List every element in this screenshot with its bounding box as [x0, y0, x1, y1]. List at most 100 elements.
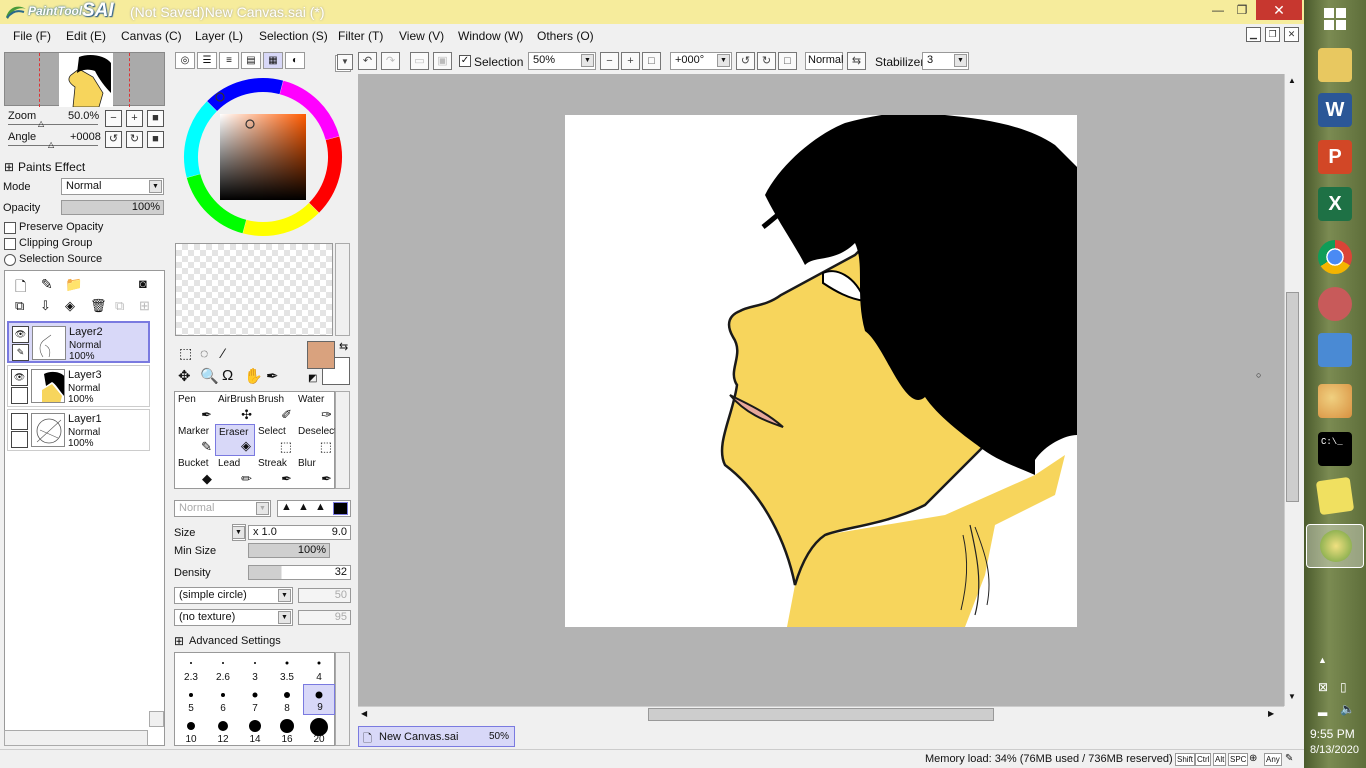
new-linework-layer-icon[interactable]: ✎	[41, 276, 53, 293]
preserve-opacity-checkbox[interactable]	[4, 222, 16, 234]
swap-colors-icon[interactable]: ⇆	[339, 340, 348, 353]
color-list-tab-icon[interactable]: ▤	[241, 52, 261, 69]
brush-size-3[interactable]: 3	[239, 653, 271, 684]
size-slider[interactable]: x 1.0 9.0	[248, 525, 351, 540]
paint-brush-slot[interactable]	[11, 387, 28, 404]
edge-soft-icon[interactable]: ▲	[281, 501, 292, 513]
menu-canvas[interactable]: Canvas (C)	[121, 29, 182, 43]
lasso-select-icon[interactable]: ◌	[200, 345, 208, 361]
sticky-notes-icon[interactable]	[1315, 476, 1355, 516]
stabilizer-select[interactable]: 3 ▼	[922, 52, 969, 70]
scroll-down-icon[interactable]: ▼	[1288, 692, 1296, 701]
brush-texture-select[interactable]: (no texture) ▼	[174, 609, 293, 626]
rect-select-icon[interactable]: ⬚	[179, 345, 192, 362]
powerpoint-icon[interactable]: P	[1318, 140, 1352, 174]
edge-medium-icon[interactable]: ▲	[298, 501, 309, 513]
canvas-vertical-scrollbar[interactable]: ▲ ▼	[1284, 74, 1300, 706]
wifi-icon[interactable]: ▂	[1318, 702, 1327, 716]
hsv-slider-tab-icon[interactable]: ≡	[219, 52, 239, 69]
brush-size-2-6[interactable]: 2.6	[207, 653, 239, 684]
color-wheel[interactable]	[179, 73, 347, 241]
tool-grid-scrollbar[interactable]	[335, 391, 350, 489]
on-screen-keyboard-icon[interactable]	[1318, 333, 1352, 367]
navigator-preview[interactable]	[4, 52, 165, 108]
tool-airbrush[interactable]: AirBrush ✣	[215, 392, 256, 424]
copy-layer-icon[interactable]: ⧉	[15, 298, 24, 314]
tool-streak[interactable]: Streak ✒	[255, 456, 295, 488]
drawing-canvas[interactable]	[565, 115, 1077, 627]
move-tool-icon[interactable]: ✥	[178, 367, 191, 385]
brush-size-8[interactable]: 8	[271, 684, 303, 715]
menu-selection[interactable]: Selection (S)	[259, 29, 328, 43]
layer-row-layer2[interactable]: 👁 ✎ Layer2 Normal 100%	[7, 321, 150, 363]
color-wheel-tab-icon[interactable]: ◎	[175, 52, 195, 69]
swatches-tab-icon[interactable]: ▦	[263, 52, 283, 69]
layer-opacity-slider[interactable]: 100%	[61, 200, 164, 215]
scroll-up-icon[interactable]: ▲	[1288, 76, 1296, 85]
brush-size-7[interactable]: 7	[239, 684, 271, 715]
rotate-reset-icon[interactable]: ■	[147, 131, 164, 148]
eyedropper-icon[interactable]: ✒	[266, 367, 279, 385]
undo-icon[interactable]: ↶	[358, 52, 377, 70]
menu-filter[interactable]: Filter (T)	[338, 29, 383, 43]
tool-lead[interactable]: Lead ✏	[215, 456, 255, 488]
selection-checkbox[interactable]: ✓	[459, 55, 471, 67]
canvas-horizontal-scrollbar[interactable]: ◀ ▶	[358, 706, 1284, 722]
vertical-scroll-thumb[interactable]	[1286, 292, 1299, 502]
paint-brush-icon[interactable]: ✎	[12, 344, 29, 361]
scroll-right-icon[interactable]: ▶	[1268, 709, 1274, 718]
brush-size-12[interactable]: 12	[207, 715, 239, 746]
tool-eraser[interactable]: Eraser ◈	[215, 424, 255, 456]
angle-select[interactable]: +000° ▼	[670, 52, 732, 70]
brush-size-16[interactable]: 16	[271, 715, 303, 746]
zoom-in-icon[interactable]: +	[126, 110, 143, 127]
brush-size-scrollbar[interactable]	[335, 652, 350, 746]
zoom-slider[interactable]	[8, 124, 98, 125]
tool-marker[interactable]: Marker ✎	[175, 424, 215, 456]
zoom-select[interactable]: 50% ▼	[528, 52, 596, 70]
layer-row-layer1[interactable]: Layer1 Normal 100%	[7, 409, 150, 451]
menu-layer[interactable]: Layer (L)	[195, 29, 243, 43]
excel-icon[interactable]: X	[1318, 187, 1352, 221]
visibility-eye-slot[interactable]	[11, 413, 28, 430]
size-dropdown[interactable]: ▼	[232, 524, 246, 541]
delete-layer-icon[interactable]: 🗑	[90, 298, 107, 314]
menu-edit[interactable]: Edit (E)	[66, 29, 106, 43]
command-prompt-icon[interactable]: C:\_	[1318, 432, 1352, 466]
battery-icon[interactable]: ▯	[1340, 680, 1347, 694]
clear-layer-icon[interactable]: ◈	[65, 298, 75, 314]
brush-size-6[interactable]: 6	[207, 684, 239, 715]
zoom-reset-icon[interactable]: ■	[147, 110, 164, 127]
visibility-eye-icon[interactable]: 👁	[11, 369, 28, 386]
brush-size-2-3[interactable]: 2.3	[175, 653, 207, 684]
painttool-sai-taskbar-button[interactable]	[1306, 524, 1364, 568]
toolbar-menu-chevron-icon[interactable]: ▼	[337, 54, 353, 70]
visibility-eye-icon[interactable]: 👁	[12, 326, 29, 343]
hand-tool-icon[interactable]: ✋	[244, 367, 263, 385]
mdi-close-icon[interactable]: ✕	[1284, 27, 1299, 42]
color-swatch-area[interactable]	[175, 243, 333, 336]
chrome-icon[interactable]	[1318, 240, 1352, 274]
density-slider[interactable]: 32	[248, 565, 351, 580]
edge-solid-icon[interactable]	[333, 502, 348, 515]
scratchpad-tab-icon[interactable]: ◐	[285, 52, 305, 69]
tool-water[interactable]: Water ✑	[295, 392, 335, 424]
layer-mode-select[interactable]: Normal ▼	[61, 178, 164, 195]
brush-shape-select[interactable]: (simple circle) ▼	[174, 587, 293, 604]
taskbar-clock[interactable]: 9:55 PM	[1310, 727, 1355, 741]
tool-brush[interactable]: Brush ✐	[255, 392, 295, 424]
edge-hard-icon[interactable]: ▲	[315, 501, 326, 513]
layer-scroll-down-icon[interactable]	[149, 711, 164, 727]
toolbar-zoom-in-icon[interactable]: +	[621, 52, 640, 70]
file-explorer-icon[interactable]	[1318, 48, 1352, 82]
brush-size-9[interactable]: 9	[303, 684, 335, 715]
mdi-minimize-icon[interactable]: ▁	[1246, 27, 1261, 42]
menu-window[interactable]: Window (W)	[458, 29, 523, 43]
brush-size-5[interactable]: 5	[175, 684, 207, 715]
layer-mask-icon[interactable]: ◙	[139, 276, 147, 291]
toolbar-rotate-left-icon[interactable]: ↺	[736, 52, 755, 70]
brush-size-10[interactable]: 10	[175, 715, 207, 746]
toolbar-zoom-reset-icon[interactable]: □	[642, 52, 661, 70]
merge-down-icon[interactable]: ⇩	[40, 298, 51, 314]
swatch-scrollbar[interactable]	[335, 243, 350, 336]
